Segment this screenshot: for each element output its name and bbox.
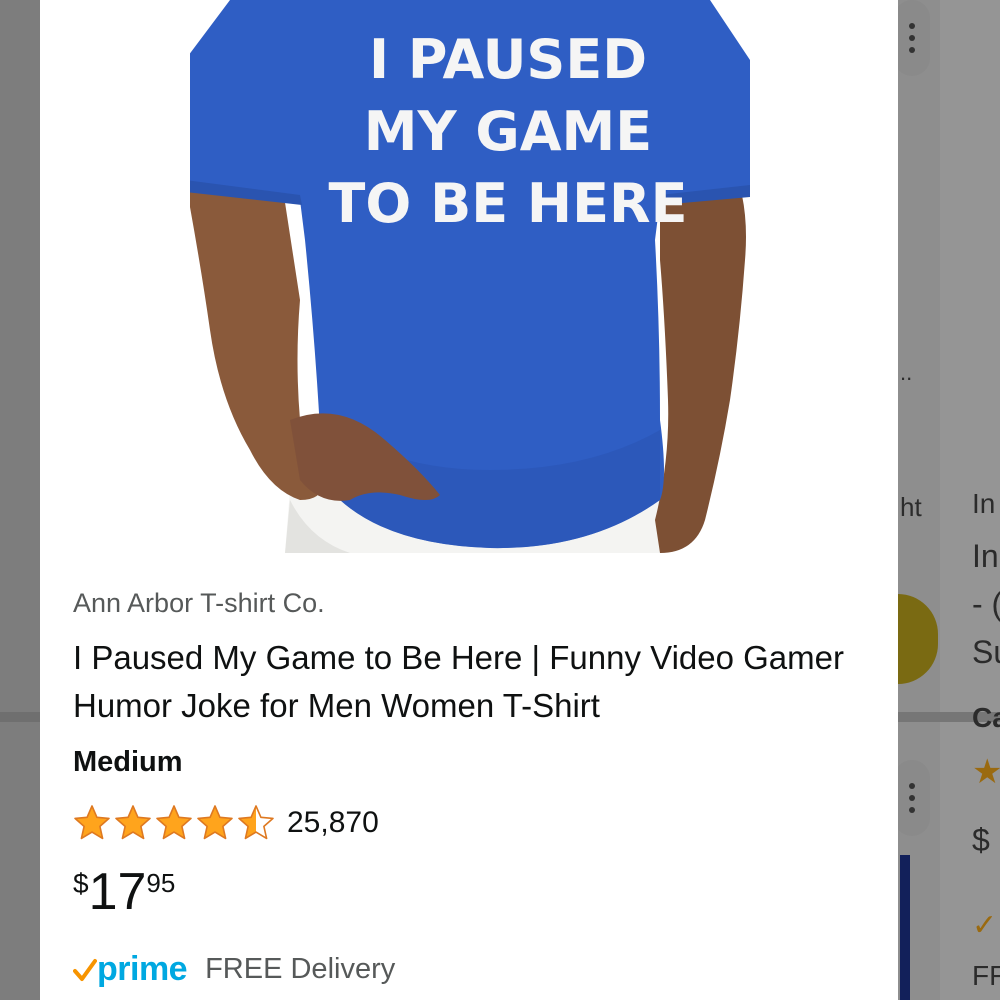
next-title[interactable]: - ( — [972, 586, 1000, 623]
review-count[interactable]: 25,870 — [287, 806, 379, 840]
shirt-print-line: I PAUSED — [369, 28, 647, 91]
delivery-text: FREE Delivery — [205, 953, 396, 985]
tshirt-product-photo[interactable]: I PAUSED MY GAME TO BE HERE — [190, 0, 750, 553]
more-options-icon[interactable] — [894, 0, 930, 76]
product-card[interactable]: I PAUSED MY GAME TO BE HERE Ann Arbor T-… — [40, 0, 898, 1000]
divider — [0, 712, 40, 722]
delivery-row: prime FREE Delivery — [73, 950, 395, 989]
size-label: Medium — [73, 746, 183, 778]
star-icon — [238, 805, 274, 840]
truncated-text: ht — [900, 492, 922, 522]
more-options-icon[interactable] — [894, 760, 930, 836]
next-delivery: FF — [972, 960, 1000, 991]
star-rating[interactable] — [73, 804, 275, 842]
price-whole: 17 — [88, 863, 147, 921]
prime-check-icon — [73, 958, 97, 981]
next-title[interactable]: Su — [972, 634, 1000, 671]
shirt-print-line: TO BE HERE — [329, 172, 688, 235]
truncated-text: .. — [900, 360, 913, 385]
prime-label: prime — [97, 950, 188, 988]
previous-card-edge[interactable] — [0, 0, 40, 1000]
price-fraction: 95 — [146, 868, 176, 898]
star-icon: ★ — [972, 752, 1000, 792]
next-size: Ca — [972, 702, 1000, 733]
next-price: $ — [972, 822, 990, 858]
product-image-partial[interactable] — [900, 855, 910, 1000]
shirt-print-line: MY GAME — [364, 100, 652, 163]
star-icon — [74, 805, 110, 840]
rating-row[interactable]: 25,870 — [73, 800, 379, 846]
star-icon — [156, 805, 192, 840]
prime-check-icon: ✓ — [972, 908, 998, 943]
prime-logo: prime — [73, 950, 188, 989]
next-brand: In — [972, 488, 996, 519]
star-icon — [197, 805, 233, 840]
next-title[interactable]: In — [972, 538, 1000, 575]
price: $ 17 95 — [73, 862, 175, 922]
star-icon — [115, 805, 151, 840]
brand-name[interactable]: Ann Arbor T-shirt Co. — [73, 588, 325, 619]
product-title[interactable]: I Paused My Game to Be Here | Funny Vide… — [73, 634, 873, 730]
price-currency: $ — [73, 868, 89, 899]
